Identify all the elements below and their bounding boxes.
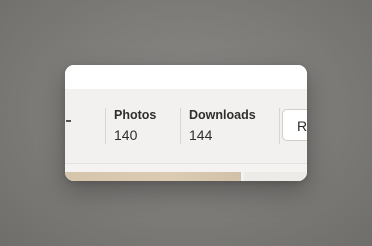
stat-downloads-label: Downloads: [189, 108, 256, 122]
photo-thumbnail[interactable]: [65, 172, 241, 181]
stat-divider: [279, 108, 280, 144]
photo-thumbnail[interactable]: [244, 172, 307, 181]
profile-popover-card: Photos 140 Downloads 144 R: [65, 65, 307, 181]
partial-action-button[interactable]: R: [282, 109, 307, 141]
stats-bar: Photos 140 Downloads 144 R: [65, 89, 307, 164]
stat-downloads[interactable]: Downloads 144: [189, 107, 256, 144]
stat-photos-label: Photos: [114, 108, 157, 122]
stat-divider: [180, 108, 181, 144]
card-header-area: [65, 65, 307, 89]
stat-downloads-value: 144: [189, 127, 213, 143]
stat-photos[interactable]: Photos 140: [114, 107, 156, 144]
stat-photos-value: 140: [114, 127, 138, 143]
stat-divider: [105, 108, 106, 144]
truncated-stat-dash: [66, 120, 71, 122]
image-strip: [65, 164, 307, 181]
